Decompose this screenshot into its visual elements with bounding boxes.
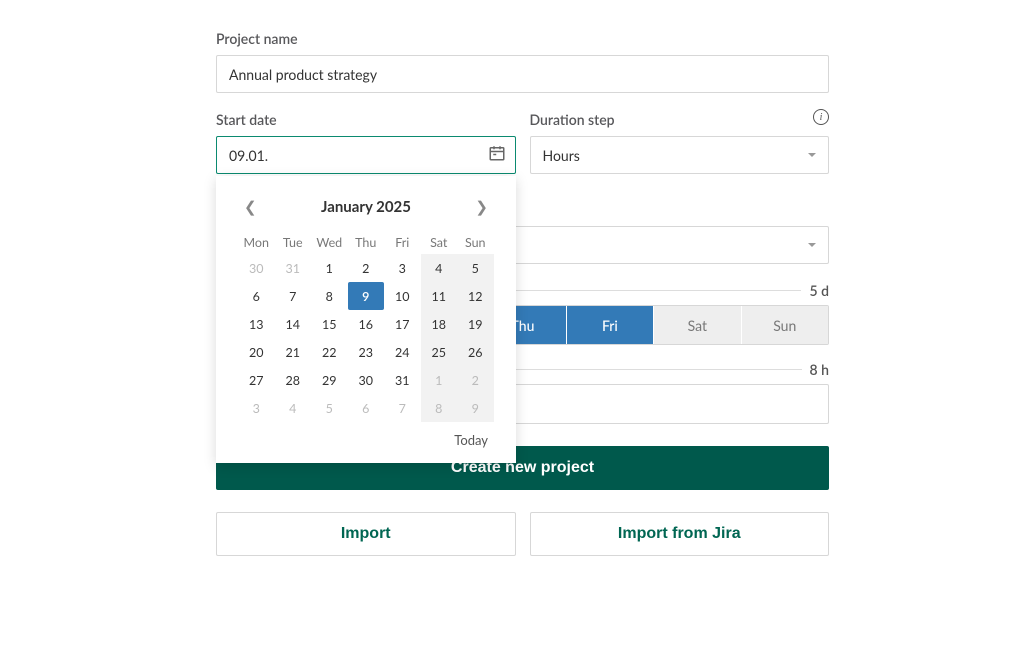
calendar-day[interactable]: 21 [275,338,312,366]
calendar-day[interactable]: 6 [348,394,385,422]
duration-step-select[interactable]: Hours [530,136,830,174]
calendar-day[interactable]: 18 [421,310,458,338]
calendar-day[interactable]: 8 [311,282,348,310]
project-name-label: Project name [216,30,829,47]
calendar-day[interactable]: 19 [457,310,494,338]
calendar-dow: Fri [384,230,421,254]
calendar-day[interactable]: 16 [348,310,385,338]
calendar-prev-icon[interactable]: ❮ [238,194,263,220]
calendar-dow: Sat [421,230,458,254]
calendar-day[interactable]: 24 [384,338,421,366]
calendar-dow: Mon [238,230,275,254]
calendar-day[interactable]: 14 [275,310,312,338]
duration-step-label: Duration step [530,111,830,128]
calendar-day[interactable]: 26 [457,338,494,366]
calendar-day[interactable]: 7 [384,394,421,422]
calendar-day[interactable]: 6 [238,282,275,310]
project-name-input[interactable] [216,55,829,93]
day-toggle-sat[interactable]: Sat [654,306,741,344]
calendar-day[interactable]: 4 [421,254,458,282]
calendar-day[interactable]: 17 [384,310,421,338]
calendar-title: January 2025 [321,198,411,216]
calendar-day[interactable]: 31 [275,254,312,282]
calendar-day[interactable]: 2 [457,366,494,394]
import-jira-button[interactable]: Import from Jira [530,512,830,556]
calendar-day[interactable]: 12 [457,282,494,310]
calendar-day[interactable]: 22 [311,338,348,366]
calendar-day[interactable]: 10 [384,282,421,310]
calendar-popover: ❮ January 2025 ❯ MonTueWedThuFriSatSun 30… [216,176,516,463]
calendar-day[interactable]: 30 [348,366,385,394]
calendar-dow: Tue [275,230,312,254]
calendar-next-icon[interactable]: ❯ [469,194,494,220]
calendar-dow: Thu [348,230,385,254]
workdays-badge: 5 d [809,282,829,299]
calendar-day[interactable]: 9 [457,394,494,422]
calendar-dow: Wed [311,230,348,254]
calendar-day[interactable]: 3 [384,254,421,282]
calendar-dow: Sun [457,230,494,254]
calendar-day[interactable]: 1 [421,366,458,394]
chevron-down-icon [808,243,816,247]
calendar-day[interactable]: 11 [421,282,458,310]
calendar-today-button[interactable]: Today [454,432,494,448]
import-button[interactable]: Import [216,512,516,556]
calendar-day[interactable]: 8 [421,394,458,422]
calendar-icon[interactable] [488,144,506,166]
chevron-down-icon [808,153,816,157]
calendar-day[interactable]: 31 [384,366,421,394]
calendar-day[interactable]: 23 [348,338,385,366]
calendar-day[interactable]: 25 [421,338,458,366]
calendar-day[interactable]: 13 [238,310,275,338]
calendar-day[interactable]: 9 [348,282,385,310]
hours-badge: 8 h [810,361,829,378]
start-date-input[interactable] [216,136,516,174]
start-date-label: Start date [216,111,516,128]
calendar-day[interactable]: 2 [348,254,385,282]
duration-step-value: Hours [543,147,580,164]
info-icon[interactable]: i [813,109,829,125]
calendar-day[interactable]: 5 [457,254,494,282]
day-toggle-fri[interactable]: Fri [567,306,654,344]
calendar-day[interactable]: 5 [311,394,348,422]
calendar-day[interactable]: 7 [275,282,312,310]
calendar-day[interactable]: 28 [275,366,312,394]
calendar-day[interactable]: 15 [311,310,348,338]
calendar-day[interactable]: 1 [311,254,348,282]
calendar-day[interactable]: 3 [238,394,275,422]
calendar-day[interactable]: 30 [238,254,275,282]
day-toggle-sun[interactable]: Sun [742,306,828,344]
calendar-day[interactable]: 29 [311,366,348,394]
calendar-day[interactable]: 4 [275,394,312,422]
calendar-day[interactable]: 27 [238,366,275,394]
calendar-day[interactable]: 20 [238,338,275,366]
